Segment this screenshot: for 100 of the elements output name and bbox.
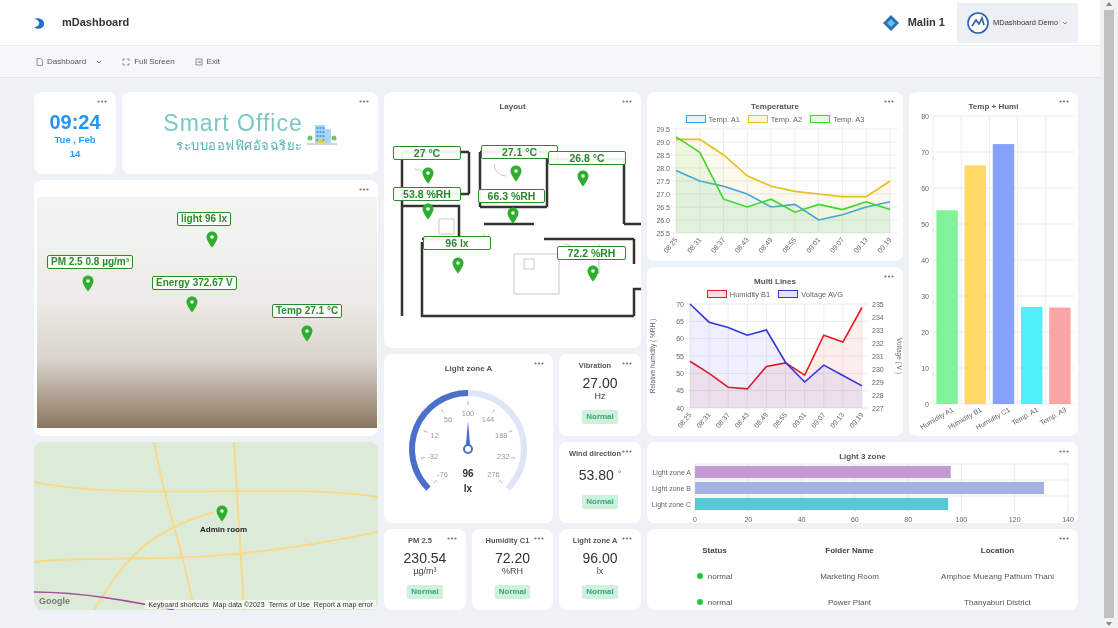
fullscreen-icon xyxy=(122,57,131,66)
more-icon xyxy=(1059,450,1069,453)
pin-icon xyxy=(216,505,228,522)
status-badge: Normal xyxy=(582,585,618,599)
sensor-label: 72.2 %RH xyxy=(557,246,626,260)
card-title: Temperature xyxy=(751,101,799,112)
more-icon xyxy=(534,537,544,540)
tick-mark xyxy=(498,479,503,484)
more-icon xyxy=(622,362,632,365)
scrollbar-thumb[interactable] xyxy=(1104,10,1114,618)
site-name: Malin 1 xyxy=(907,15,945,31)
logo-icon xyxy=(32,15,46,30)
reading-unit: lx xyxy=(596,566,604,577)
reading-unit: µg/m³ xyxy=(413,566,437,577)
tick-mark xyxy=(420,457,426,459)
reading-value: 27.00 xyxy=(582,375,618,391)
sensor-label: Energy 372.67 V xyxy=(152,276,237,290)
sensor-label: 27.1 °C xyxy=(481,145,558,159)
card-title: Light zone A xyxy=(444,363,493,374)
table-cell-text: Thanyaburi District xyxy=(963,597,1032,609)
reading-unit: Hz xyxy=(594,391,606,402)
pin-icon xyxy=(577,170,589,187)
more-icon xyxy=(97,100,107,103)
document-icon xyxy=(36,57,43,66)
caret-icon xyxy=(1062,20,1068,25)
marker-label: Admin room xyxy=(200,524,248,536)
sensor-label: PM 2.5 0.8 µg/m³ xyxy=(47,255,133,269)
reading-unit: %RH xyxy=(502,566,523,577)
brand-name: mDashboard xyxy=(62,15,130,31)
scroll-down-icon xyxy=(1105,620,1113,628)
card-title: Layout xyxy=(499,101,526,112)
clock-day: 14 xyxy=(69,147,81,161)
more-icon xyxy=(884,100,894,103)
more-icon xyxy=(1059,100,1069,103)
pin-icon xyxy=(422,203,434,220)
tick-mark xyxy=(510,457,516,459)
table-cell: normal xyxy=(707,598,733,607)
tick-mark xyxy=(508,430,513,433)
more-icon xyxy=(1059,537,1069,540)
more-icon xyxy=(447,537,457,540)
map-logo: Google xyxy=(39,594,70,608)
more-icon xyxy=(359,100,369,103)
gauge-unit: lx xyxy=(463,483,473,494)
sensor-label: 96 lx xyxy=(423,236,491,250)
reading-value: 96.00 xyxy=(582,550,618,566)
pin-icon xyxy=(206,231,218,248)
sensor-label: 53.8 %RH xyxy=(393,187,461,201)
status-badge: Normal xyxy=(582,410,618,424)
tick-mark xyxy=(440,408,444,413)
pin-icon xyxy=(422,167,434,184)
more-icon xyxy=(534,362,544,365)
reading-value: 230.54 xyxy=(403,550,447,566)
card-title: Light 3 zone xyxy=(839,451,886,462)
banner-subtitle: ระบบออฟฟิศอัจฉริยะ xyxy=(176,137,303,156)
table-cell-text: Power Plant xyxy=(826,597,873,609)
tick-mark xyxy=(423,430,428,433)
pin-icon xyxy=(587,265,599,282)
more-icon xyxy=(622,537,632,540)
sensor-label: Temp 27.1 °C xyxy=(272,304,343,318)
avatar-icon xyxy=(966,11,989,34)
diamond-icon xyxy=(881,13,900,32)
exit-button[interactable]: Exit xyxy=(184,55,230,68)
pin-icon xyxy=(507,207,519,224)
status-badge: Normal xyxy=(582,495,618,509)
caret-icon xyxy=(96,59,103,64)
column-header: Location xyxy=(979,545,1016,557)
reading-unit: ° xyxy=(617,468,622,482)
scroll-up-icon xyxy=(1105,0,1113,8)
tick-mark xyxy=(433,479,438,484)
clock-date: Tue , Feb xyxy=(54,133,96,147)
clock-time: 09:24 xyxy=(49,111,101,133)
column-header: Folder Name xyxy=(824,545,875,557)
status-badge: Normal xyxy=(494,585,531,599)
card-title: Multi Lines xyxy=(754,276,796,287)
pin-icon xyxy=(510,165,522,182)
table-cell-text: Marketing Room xyxy=(819,571,880,583)
more-icon xyxy=(359,188,369,191)
tick-mark xyxy=(492,408,496,413)
table-cell-text: Amphoe Mueang Pathum Thani xyxy=(940,571,1055,583)
more-icon xyxy=(622,100,632,103)
menu-button[interactable]: Dashboard xyxy=(26,55,113,68)
sensor-label: 26.8 °C xyxy=(548,151,626,165)
pin-icon xyxy=(82,275,94,292)
tick-mark xyxy=(467,400,469,406)
reading-value: 53.80 xyxy=(578,467,614,483)
column-header: Status xyxy=(701,545,728,557)
fullscreen-button[interactable]: Full Screen xyxy=(112,55,185,68)
reading-value: 72.20 xyxy=(494,550,530,566)
sensor-label: 66.3 %RH xyxy=(478,189,545,203)
pin-icon xyxy=(301,325,313,342)
table-cell: normal xyxy=(707,572,733,581)
pin-icon xyxy=(452,257,464,274)
more-icon xyxy=(622,450,632,453)
card-title: Temp + Humi xyxy=(968,101,1019,112)
sensor-label: 27 °C xyxy=(393,146,461,160)
exit-icon xyxy=(194,57,203,66)
sensor-label: light 96 lx xyxy=(177,212,232,226)
status-badge: Normal xyxy=(407,585,443,599)
gauge-value: 96 xyxy=(462,468,474,479)
more-icon xyxy=(884,275,894,278)
